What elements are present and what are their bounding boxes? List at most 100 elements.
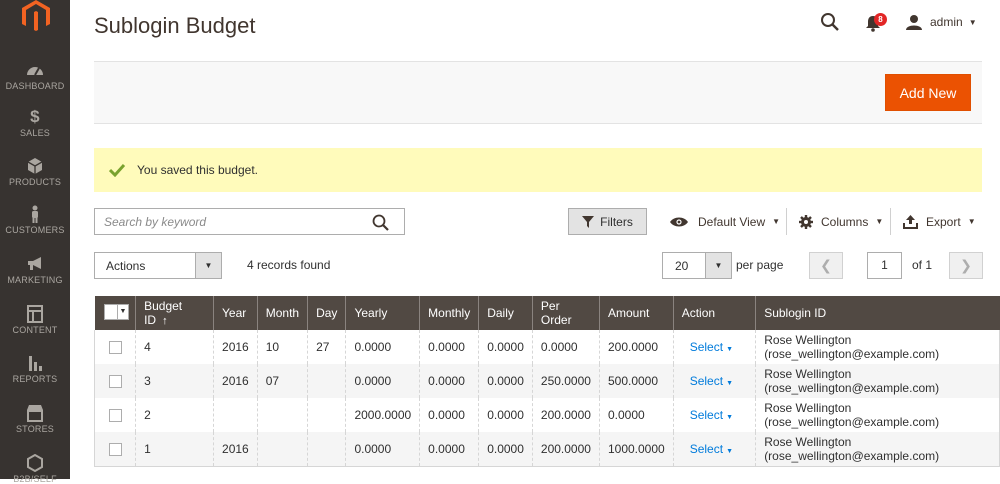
row-checkbox-cell[interactable] [93,364,136,398]
mass-select-header[interactable]: ▼ [94,296,136,330]
sidebar-item-label: DASHBOARD [5,81,65,91]
column-header-day[interactable]: Day [307,296,346,330]
chevron-down-icon: ▼ [772,217,781,226]
column-header-year[interactable]: Year [213,296,258,330]
sidebar-item-marketing[interactable]: MARKETING [0,255,70,285]
previous-page-button[interactable]: ❮ [809,252,843,279]
sidebar-item-label: B2B/SELF [13,474,57,484]
row-action-select[interactable]: Select ▼ [690,340,733,354]
sidebar-item-content[interactable]: CONTENT [0,305,70,335]
sidebar-item-dashboard[interactable]: DASHBOARD [0,61,70,91]
page-total: of 1 [912,258,933,272]
cell-day: 27 [307,330,346,364]
search-input[interactable] [95,209,365,234]
cell-monthly: 0.0000 [419,398,479,432]
column-header-per-order[interactable]: Per Order [531,296,600,330]
records-count: 4 records found [247,258,331,272]
success-message: You saved this budget. [94,148,982,192]
table-row[interactable]: 2 2000.0000 0.0000 0.0000 200.0000 0.000… [93,398,1000,432]
row-checkbox[interactable] [109,341,122,355]
chevron-down-icon: ▼ [726,346,733,353]
magento-logo-icon[interactable] [22,0,50,32]
search-icon[interactable] [820,12,840,32]
cell-daily: 0.0000 [478,364,533,398]
mass-actions-dropdown[interactable]: Actions ▼ [94,252,222,279]
sidebar-item-sales[interactable]: $ SALES [0,108,70,139]
action-label: Select [689,374,724,388]
cell-yearly: 0.0000 [345,364,420,398]
cell-budget-id: 1 [135,432,214,467]
add-new-button[interactable]: Add New [885,74,971,111]
cell-month [256,432,308,467]
view-label: Default View [698,214,766,229]
column-header-budget-id[interactable]: Budget ID ↑ [135,296,214,330]
row-checkbox[interactable] [109,375,122,389]
export-control[interactable]: Export ▼ [903,208,976,235]
sidebar-item-label: PRODUCTS [8,177,62,187]
sidebar-item-reports[interactable]: REPORTS [0,354,70,384]
sidebar-item-label: CUSTOMERS [5,225,65,235]
cell-budget-id: 4 [135,330,214,364]
user-menu[interactable]: admin ▼ [906,12,977,32]
column-header-month[interactable]: Month [256,296,308,330]
cell-monthly: 0.0000 [419,432,479,467]
cell-per-order: 200.0000 [531,398,600,432]
user-name: admin [930,15,963,29]
cell-action: Select ▼ [672,398,756,432]
sidebar-item-products[interactable]: PRODUCTS [0,157,70,187]
search-icon[interactable] [372,214,389,231]
checkbox[interactable] [104,305,117,319]
per-page-value: 20 [675,259,689,273]
row-checkbox-cell[interactable] [93,432,136,467]
columns-control[interactable]: Columns ▼ [799,208,883,235]
column-header-monthly[interactable]: Monthly [419,296,479,330]
sidebar-item-customers[interactable]: CUSTOMERS [0,205,70,235]
table-row[interactable]: 1 2016 0.0000 0.0000 0.0000 200.0000 100… [93,432,1000,467]
next-page-button[interactable]: ❯ [949,252,983,279]
table-row[interactable]: 3 2016 07 0.0000 0.0000 0.0000 250.0000 … [93,364,1000,398]
chevron-down-icon: ▼ [968,17,977,27]
budget-grid: ▼ Budget ID ↑ Year Month Day Yearly Month… [93,296,1000,467]
column-header-yearly[interactable]: Yearly [345,296,420,330]
message-text: You saved this budget. [137,163,258,177]
page-number-input[interactable]: 1 [867,252,902,279]
megaphone-icon [28,257,41,270]
cell-day [307,398,346,432]
cell-yearly: 2000.0000 [345,398,420,432]
per-page-select[interactable]: 20 ▼ [662,252,732,279]
filters-button[interactable]: Filters [568,208,647,235]
column-header-daily[interactable]: Daily [478,296,533,330]
table-row[interactable]: 4 2016 10 27 0.0000 0.0000 0.0000 0.0000… [93,330,1000,364]
column-header-sublogin-id[interactable]: Sublogin ID [755,296,1000,330]
cell-year: 2016 [213,364,258,398]
columns-label: Columns [821,214,869,229]
export-icon [903,214,918,229]
grid-header-row: ▼ Budget ID ↑ Year Month Day Yearly Month… [94,296,1000,330]
sidebar-item-b2b[interactable]: B2B/SELF [0,454,70,484]
dashboard-icon [27,67,43,76]
filters-label: Filters [600,214,633,229]
keyword-search [94,208,405,235]
row-action-select[interactable]: Select ▼ [690,408,733,422]
row-checkbox[interactable] [109,409,122,423]
chevron-right-icon: ❯ [960,257,972,273]
chevron-down-icon: ▼ [726,414,733,421]
sidebar-item-label: SALES [19,128,51,138]
row-action-select[interactable]: Select ▼ [690,374,733,388]
view-switcher[interactable]: Default View ▼ [669,208,780,235]
column-header-amount[interactable]: Amount [598,296,674,330]
cell-per-order: 200.0000 [531,432,600,467]
row-checkbox-cell[interactable] [93,330,136,364]
cell-action: Select ▼ [672,330,756,364]
row-checkbox[interactable] [109,442,122,456]
mass-select-checkbox[interactable]: ▼ [103,304,130,321]
funnel-icon [582,215,595,228]
row-action-select[interactable]: Select ▼ [690,442,733,456]
row-checkbox-cell[interactable] [93,398,136,432]
sidebar-item-stores[interactable]: STORES [0,404,70,434]
column-header-action: Action [672,296,756,330]
person-icon [32,205,38,223]
cell-day [307,432,346,467]
cell-amount: 200.0000 [598,330,674,364]
cell-per-order: 0.0000 [531,330,600,364]
